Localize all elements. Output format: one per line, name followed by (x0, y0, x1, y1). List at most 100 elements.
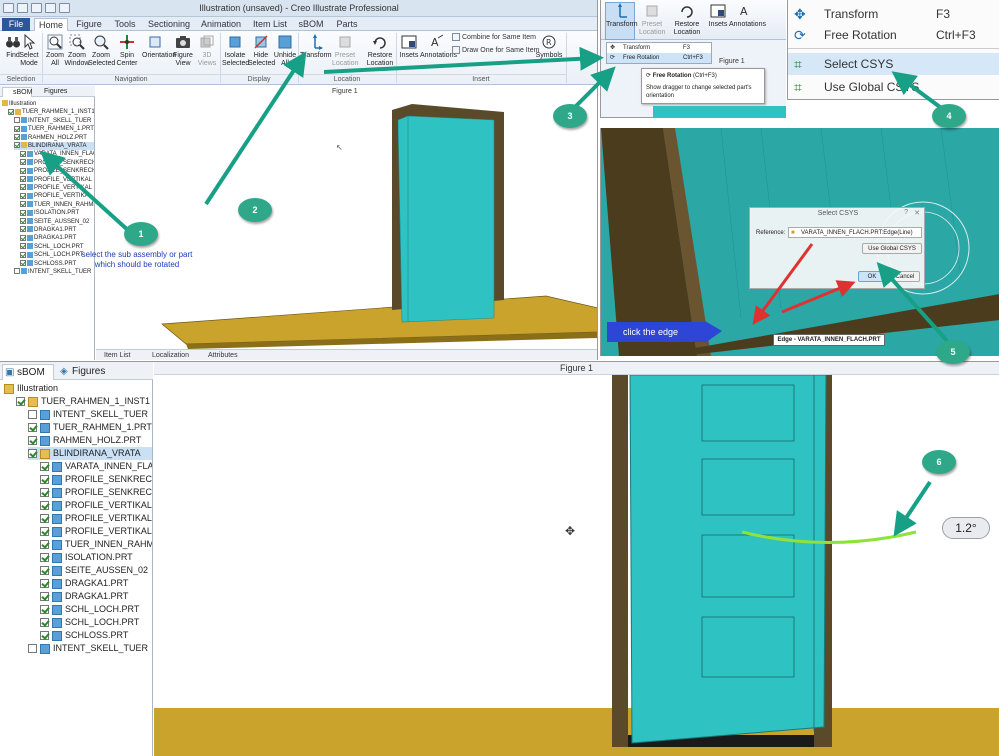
tree-row[interactable]: SCHL_LOCH.PRT (40, 616, 152, 629)
use-global-csys-button[interactable]: Use Global CSYS (862, 243, 922, 254)
transform-button-pressed[interactable]: Transform (605, 2, 638, 40)
combine-same-item-toggle[interactable]: Combine for Same Item (452, 33, 536, 43)
tab-file[interactable]: File (2, 18, 30, 31)
tree-checkbox[interactable] (40, 605, 49, 615)
tree-row[interactable]: PROFILE_VERTIKAL (40, 525, 152, 538)
tree-checkbox[interactable] (40, 540, 49, 550)
tree-row[interactable]: DRAGKA1.PRT (20, 226, 94, 234)
tree-checkbox[interactable] (20, 201, 26, 208)
spin-center-button[interactable]: Spin Center (114, 34, 140, 68)
tree-checkbox[interactable] (40, 475, 49, 485)
tree-checkbox[interactable] (40, 631, 49, 641)
tree-checkbox[interactable] (40, 592, 49, 602)
tree-row[interactable]: Illustration (2, 100, 94, 108)
tree-checkbox[interactable] (14, 125, 20, 132)
tree-checkbox[interactable] (14, 142, 20, 149)
orientation-button[interactable]: Orientation (142, 34, 176, 60)
door-model-small[interactable]: ↖ (96, 86, 598, 360)
tab-figures-large[interactable]: ◈ Figures (58, 364, 118, 380)
tree-row[interactable]: PROFILE_SENKRECHT (20, 167, 94, 175)
unhide-all-button[interactable]: Unhide All (272, 34, 298, 68)
tree-checkbox[interactable] (20, 226, 26, 233)
tree-row[interactable]: PROFILE_VERTIKAL (20, 176, 94, 184)
tree-row[interactable]: RAHMEN_HOLZ.PRT (28, 434, 152, 447)
viewport-main[interactable]: Figure 1 ↖ (96, 86, 598, 360)
tree-checkbox[interactable] (20, 251, 26, 258)
tree-checkbox[interactable] (20, 243, 26, 250)
tree-row[interactable]: SEITE_AUSSEN_02 (40, 564, 152, 577)
tab-sbom-large[interactable]: ▣ sBOM (2, 364, 54, 380)
zoom-menu-transform[interactable]: ✥ Transform F3 (788, 3, 999, 25)
symbols-button[interactable]: R Symbols (534, 34, 564, 60)
isolate-selected-button[interactable]: Isolate Selected (222, 34, 249, 68)
tree-row[interactable]: PROFILE_VERTIKAL (20, 192, 94, 200)
tree-row[interactable]: SEITE_AUSSEN_02 (20, 218, 94, 226)
zoom-menu-free-rotation[interactable]: ⟳ Free Rotation Ctrl+F3 (788, 24, 999, 46)
tree-checkbox[interactable] (20, 184, 26, 191)
3d-views-button[interactable]: 3D Views (194, 34, 220, 68)
zoom-window-button[interactable]: Zoom Window (64, 34, 90, 68)
annotations-button[interactable]: A Annotations (420, 34, 457, 60)
annotations-b[interactable]: A Annotations (729, 3, 766, 29)
cancel-button[interactable]: Cancel (890, 271, 920, 282)
tree-row[interactable]: PROFILE_VERTIKAL (40, 512, 152, 525)
tree-row[interactable]: PROFILE_VERTIKAL (40, 499, 152, 512)
tree-row[interactable]: BLINDIRANA_VRATA (28, 447, 152, 460)
tree-checkbox[interactable] (20, 150, 26, 157)
tree-row[interactable]: SCHL_LOCH.PRT (40, 603, 152, 616)
tree-checkbox[interactable] (28, 644, 37, 654)
tree-row[interactable]: PROFILE_SENKRECHT (40, 486, 152, 499)
door-leaf-large[interactable] (629, 375, 827, 744)
door-model-large[interactable]: ✥ (154, 375, 999, 756)
tree-checkbox[interactable] (20, 209, 26, 216)
transform-button[interactable]: Transform (300, 34, 332, 60)
tree-checkbox[interactable] (40, 553, 49, 563)
tree-row[interactable]: ISOLATION.PRT (20, 209, 94, 217)
tree-row[interactable]: VARATA_INNEN_FLACH (20, 150, 94, 158)
tree-row[interactable]: PROFILE_SENKRECHT (40, 473, 152, 486)
tree-checkbox[interactable] (20, 260, 26, 267)
tree-row[interactable]: SCHLOSS.PRT (40, 629, 152, 642)
tree-row[interactable]: INTENT_SKELL_TUER (28, 408, 152, 421)
preset-location-button[interactable]: Preset Location (332, 34, 358, 68)
tree-checkbox[interactable] (40, 462, 49, 472)
tab-home[interactable]: Home (34, 18, 68, 31)
tab-sbom-small[interactable]: sBOM (2, 87, 32, 97)
tree-checkbox[interactable] (28, 436, 37, 446)
tree-checkbox[interactable] (40, 514, 49, 524)
hide-selected-button[interactable]: Hide Selected (248, 34, 275, 68)
zoom-menu-select-csys[interactable]: ⌗ Select CSYS (788, 53, 999, 75)
viewport-large[interactable]: Figure 1 ✥ (154, 362, 999, 756)
tree-checkbox[interactable] (14, 134, 20, 141)
tree-checkbox[interactable] (28, 449, 37, 459)
tree-row[interactable]: TUER_INNEN_RAHMEN (40, 538, 152, 551)
tree-row[interactable]: ISOLATION.PRT (40, 551, 152, 564)
preset-location-b[interactable]: Preset Location (639, 3, 665, 37)
zoom-menu-use-global-csys[interactable]: ⌗ Use Global CSYS (788, 76, 999, 98)
tab-attributes[interactable]: Attributes (208, 351, 238, 360)
tree-checkbox[interactable] (20, 218, 26, 225)
tree-checkbox[interactable] (40, 488, 49, 498)
tree-row[interactable]: TUER_INNEN_RAHMEN (20, 201, 94, 209)
select-mode-button[interactable]: Select Mode (16, 34, 42, 68)
tab-animation[interactable]: Animation (198, 18, 244, 31)
tree-row[interactable]: INTENT_SKELL_TUER (28, 642, 152, 655)
tree-row[interactable]: DRAGKA1.PRT (20, 234, 94, 242)
draw-one-same-item-toggle[interactable]: Draw One for Same Item (452, 46, 539, 56)
tree-row[interactable]: TUER_RAHMEN_1.PRT (14, 125, 94, 133)
tree-row[interactable]: VARATA_INNEN_FLACH (40, 460, 152, 473)
tree-checkbox[interactable] (20, 176, 26, 183)
menu-item-transform[interactable]: ✥ Transform F3 (607, 43, 711, 53)
tree-checkbox[interactable] (40, 566, 49, 576)
tree-row[interactable]: INTENT_SKELL_TUER (14, 117, 94, 125)
tree-row[interactable]: RAHMEN_HOLZ.PRT (14, 134, 94, 142)
tab-item-list-bottom[interactable]: Item List (104, 351, 130, 360)
tab-figures-small[interactable]: Figures (34, 87, 74, 97)
door-leaf[interactable] (397, 115, 495, 323)
tree-checkbox[interactable] (20, 167, 26, 174)
tree-row[interactable]: TUER_RAHMEN_1_INST1 (16, 395, 152, 408)
tree-checkbox[interactable] (8, 108, 14, 115)
tree-checkbox[interactable] (28, 410, 37, 420)
tree-checkbox[interactable] (28, 423, 37, 433)
tree-checkbox[interactable] (20, 192, 26, 199)
